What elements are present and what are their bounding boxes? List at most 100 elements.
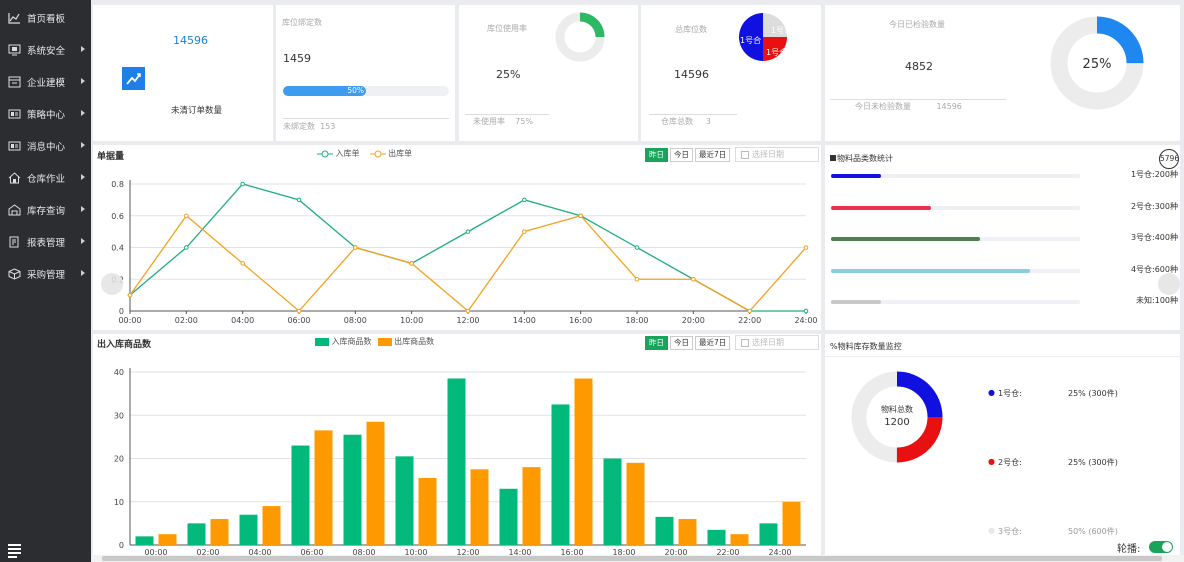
category-fill — [831, 237, 981, 241]
bind-progress-track: 50% — [283, 86, 449, 96]
sidebar-item-modeling[interactable]: 企业建模 — [0, 70, 91, 94]
sidebar-item-label: 企业建模 — [27, 78, 66, 89]
data-point — [240, 181, 245, 187]
category-badge: 5796 — [1159, 149, 1179, 169]
bar — [499, 488, 518, 545]
dot-icon: ● — [988, 457, 995, 466]
donut-center-label: 物料总数 — [881, 404, 913, 414]
category-panel-title: 物料品类数统计 — [830, 153, 893, 164]
bar — [262, 506, 281, 545]
x-tick-label: 16:00 — [569, 316, 592, 325]
chevron-right-icon — [81, 174, 85, 180]
bar — [447, 378, 466, 545]
cube-icon — [7, 267, 21, 281]
bind-title: 库位绑定数 — [282, 18, 322, 27]
bar — [314, 430, 333, 545]
x-tick-label: 08:00 — [344, 316, 367, 325]
x-tick-label: 22:00 — [738, 316, 761, 325]
bar — [678, 519, 697, 545]
bar — [470, 469, 489, 545]
bar — [135, 536, 154, 545]
category-track — [831, 237, 1080, 241]
data-point — [578, 213, 583, 219]
pie-label: 1号合 — [771, 25, 788, 35]
menu-collapse-icon[interactable] — [8, 544, 21, 558]
data-point — [184, 245, 189, 250]
y-tick-label: 0 — [119, 307, 124, 316]
donut-center-value: 1200 — [884, 417, 909, 428]
usage-sub: 未使用率 75% — [473, 117, 533, 126]
bar-chart: 01020304000:00 02:00 04:00 06:00 08:00 10:00 1… — [114, 368, 806, 556]
category-label: 2号仓:300种 — [1130, 201, 1178, 211]
inspect-value: 4852 — [905, 60, 933, 73]
sidebar-item-label: 库存查询 — [27, 206, 66, 217]
data-point — [634, 245, 640, 250]
warehouse-icon — [7, 203, 21, 217]
category-track — [831, 205, 1080, 210]
data-point — [296, 308, 302, 314]
bar-chart-panel: 出入库商品数 入库商品数 出库商品数 昨日 今日 最近7日 选择日期 0 10 20… — [93, 334, 821, 556]
data-point — [353, 245, 358, 250]
divider — [830, 99, 1006, 100]
inspect-title: 今日已检验数量 — [889, 20, 945, 29]
sidebar-item-strategy[interactable]: 策略中心 — [0, 102, 91, 126]
bar — [603, 458, 622, 545]
window-icon — [7, 75, 21, 89]
bind-progress-fill: 50% — [283, 86, 366, 96]
x-tick-label: 00:00 — [118, 316, 141, 325]
category-label: 未知:100种 — [1136, 296, 1178, 305]
sidebar-item-warehouse-ops[interactable]: 仓库作业 — [0, 166, 91, 190]
sidebar-item-purchase[interactable]: 采购管理 — [0, 262, 91, 286]
total-title: 总库位数 — [675, 25, 707, 34]
sidebar: 首页看板 系统安全 企业建模 策略中心 消息中心 仓库作业 库存查询 报表管理 … — [0, 0, 91, 562]
sidebar-item-label: 报表管理 — [27, 238, 66, 249]
stock-donut: 物料总数 1200 — [851, 371, 943, 463]
pie-label: 1号合 — [766, 47, 787, 57]
y-tick-label: 10 — [114, 498, 124, 507]
inspect-ring-label: 25% — [1083, 57, 1112, 72]
sidebar-item-label: 系统安全 — [27, 46, 66, 57]
orders-card: 14596 未清订单数量 — [93, 5, 273, 141]
line-chart-icon — [7, 11, 21, 25]
divider — [825, 356, 1180, 357]
y-tick-label: 0.8 — [111, 180, 124, 189]
next-slide-button[interactable] — [1158, 273, 1180, 295]
y-tick-label: 40 — [114, 368, 124, 377]
sidebar-item-security[interactable]: 系统安全 — [0, 38, 91, 62]
sidebar-item-label: 仓库作业 — [27, 174, 66, 185]
usage-value: 25% — [496, 68, 521, 81]
data-point — [522, 197, 527, 203]
sidebar-item-label: 采购管理 — [27, 270, 66, 281]
x-tick-label: 14:00 — [513, 316, 536, 325]
orders-value: 14596 — [173, 34, 208, 47]
prev-slide-button[interactable] — [101, 273, 123, 295]
bar — [782, 501, 801, 545]
x-tick-label: 12:00 — [456, 316, 479, 325]
sidebar-item-reports[interactable]: 报表管理 — [0, 230, 91, 254]
horizontal-scrollbar[interactable] — [92, 555, 1184, 562]
report-icon — [7, 235, 21, 249]
chevron-right-icon — [81, 142, 85, 148]
scrollbar-thumb[interactable] — [102, 556, 1162, 561]
total-card: 总库位数 1号合 1号合 1号合 14596 仓库总数 3 — [641, 5, 821, 141]
sidebar-item-label: 首页看板 — [27, 14, 66, 25]
sidebar-item-messages[interactable]: 消息中心 — [0, 134, 91, 158]
divider — [649, 114, 737, 115]
category-label: 1号仓:200种 — [1130, 170, 1178, 179]
bind-sub: 未绑定数 153 — [283, 122, 336, 131]
y-tick-label: 20 — [114, 455, 124, 464]
chevron-right-icon — [81, 238, 85, 244]
message-card-icon — [7, 139, 21, 153]
x-tick-label: 18:00 — [625, 316, 648, 325]
square-icon — [830, 155, 836, 161]
bar — [522, 467, 541, 545]
category-track — [831, 300, 1080, 304]
bar — [730, 534, 749, 545]
bind-progress-label: 50% — [347, 86, 364, 95]
carousel-toggle[interactable] — [1149, 541, 1173, 553]
stock-legend-row: ● 1号仓: 25% (300件) — [988, 388, 1118, 398]
stock-legend-row: ● 2号仓: 25% (300件) — [988, 457, 1118, 467]
sidebar-item-inventory[interactable]: 库存查询 — [0, 198, 91, 222]
sidebar-item-dashboard[interactable]: 首页看板 — [0, 6, 91, 30]
chevron-right-icon — [81, 46, 85, 52]
